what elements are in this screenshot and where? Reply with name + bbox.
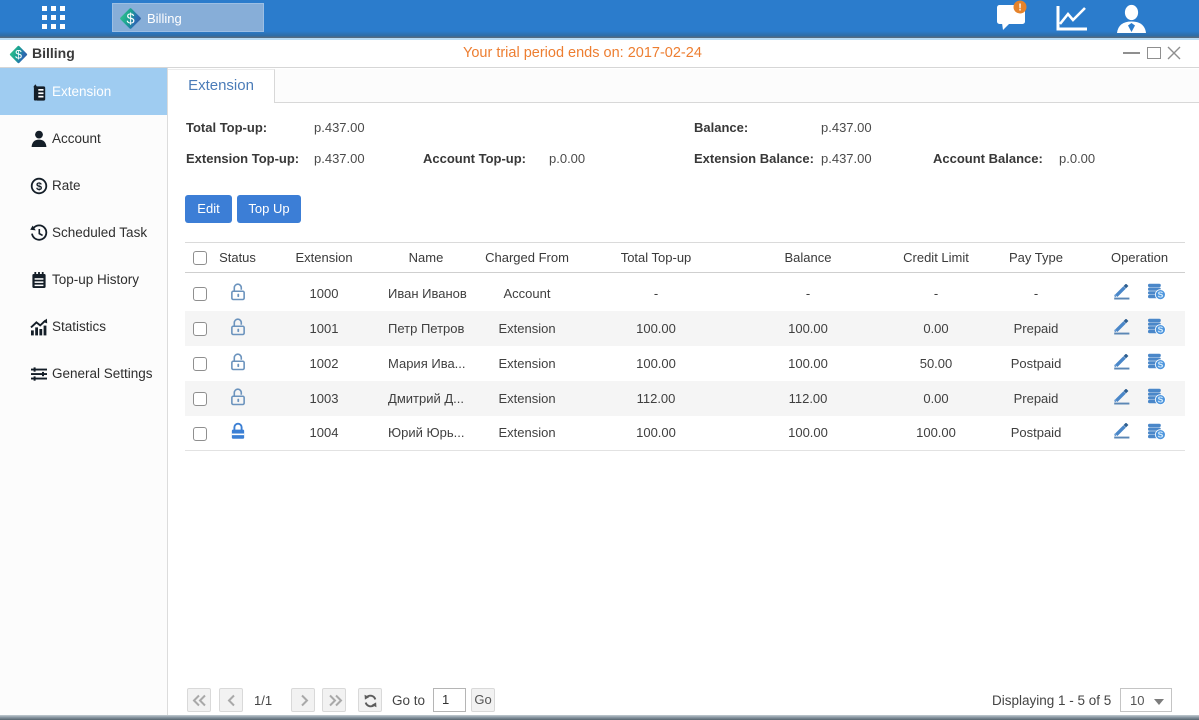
svg-text:S: S [1158, 290, 1164, 300]
svg-text:$: $ [15, 48, 22, 62]
svg-text:S: S [1158, 395, 1164, 405]
svg-text:$: $ [126, 11, 134, 27]
svg-text:!: ! [1018, 3, 1021, 14]
svg-text:S: S [1158, 360, 1164, 370]
svg-text:$: $ [36, 181, 42, 193]
svg-text:S: S [1158, 429, 1164, 439]
svg-text:S: S [1158, 325, 1164, 335]
